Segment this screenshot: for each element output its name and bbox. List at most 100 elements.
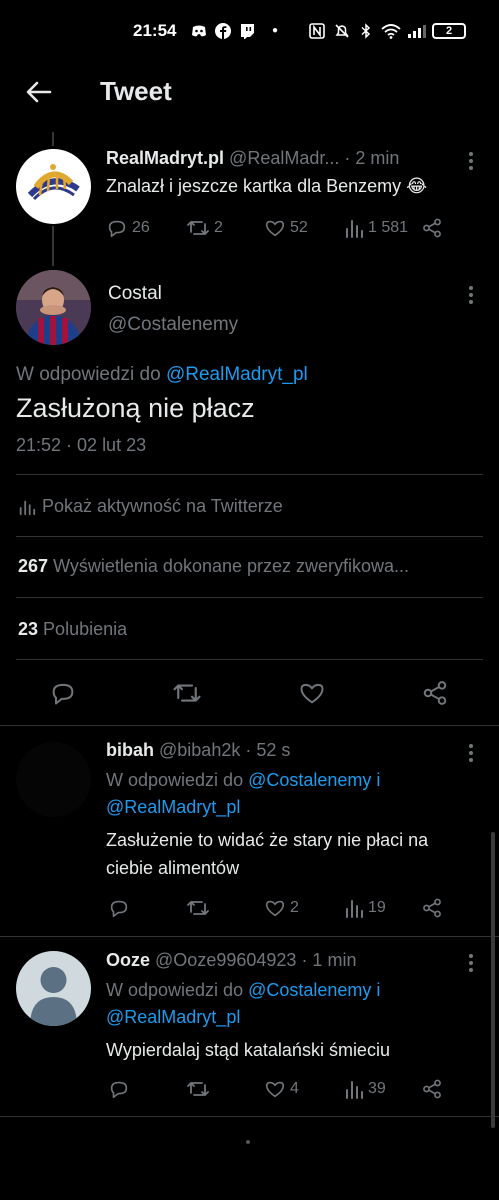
back-arrow-icon[interactable] — [24, 77, 54, 107]
heart-icon — [300, 683, 324, 704]
reply-action[interactable] — [108, 897, 130, 919]
like-count: 52 — [290, 219, 308, 236]
share-action[interactable] — [421, 217, 443, 239]
reply-context: W odpowiedzi do @RealMadryt_pl — [16, 364, 308, 386]
costal-profile-photo — [16, 270, 91, 345]
reply-author-handle[interactable]: @Ooze99604923 — [155, 950, 296, 970]
share-action[interactable] — [421, 1078, 443, 1100]
views-count: 19 — [368, 899, 386, 916]
retweet-action[interactable] — [186, 1078, 210, 1100]
views-action[interactable]: 39 — [344, 1078, 386, 1100]
discord-icon — [190, 22, 208, 40]
divider — [16, 536, 483, 537]
reply-action[interactable]: 26 — [106, 217, 150, 239]
section-divider — [0, 936, 499, 937]
likes-stat[interactable]: 23 Polubienia — [18, 619, 127, 640]
views-bar-chart-icon — [346, 220, 363, 238]
likes-stat-count: 23 — [18, 619, 39, 639]
main-share-button[interactable] — [421, 679, 449, 707]
views-bar-chart-icon — [346, 1081, 363, 1099]
mute-icon — [333, 22, 351, 40]
more-options-icon[interactable] — [469, 152, 475, 173]
author-name[interactable]: RealMadryt.pl — [106, 148, 224, 168]
reply-author-name[interactable]: bibah — [106, 740, 154, 760]
reply-header: bibah @bibah2k · 52 s — [106, 740, 290, 761]
activity-bar-chart-icon — [19, 500, 36, 515]
main-author-handle[interactable]: @Costalenemy — [108, 314, 238, 336]
main-tweet-text: Zasłużoną nie płacz — [16, 393, 255, 423]
reply-to-link[interactable]: @RealMadryt_pl — [106, 1007, 240, 1028]
views-stat-count: 267 — [18, 556, 49, 576]
share-icon — [423, 681, 447, 705]
verified-views-stat[interactable]: 267 Wyświetlenia dokonane przez zweryfik… — [18, 556, 409, 577]
reply-count: 26 — [132, 219, 150, 236]
signal-icon — [406, 22, 428, 40]
reply-icon — [108, 220, 126, 238]
reply-prefix: W odpowiedzi do — [106, 980, 244, 1000]
default-profile-icon — [30, 967, 77, 1026]
status-bar: 21:54 ● 2 — [0, 0, 499, 62]
like-action[interactable]: 52 — [264, 217, 308, 239]
reply-to-link[interactable]: @Costalenemy i — [248, 770, 380, 790]
heart-icon — [265, 220, 285, 237]
reply-icon — [110, 900, 128, 918]
reply-icon — [52, 683, 74, 705]
main-more-options-icon[interactable] — [469, 286, 475, 307]
tweet-timestamp[interactable]: 21:52 · 02 lut 23 — [16, 435, 146, 456]
retweet-icon — [187, 1082, 209, 1096]
views-count: 39 — [368, 1080, 386, 1097]
nfc-icon — [308, 22, 326, 40]
share-action[interactable] — [421, 897, 443, 919]
reply-more-options-icon[interactable] — [469, 954, 475, 975]
reply-to-link[interactable]: @RealMadryt_pl — [166, 364, 308, 385]
reply-time: · 1 min — [301, 950, 357, 970]
like-action[interactable]: 4 — [264, 1078, 299, 1100]
share-icon — [423, 1079, 441, 1099]
retweet-icon — [187, 221, 209, 235]
bibah-avatar[interactable] — [16, 742, 91, 817]
main-retweet-button[interactable] — [172, 679, 202, 707]
retweet-icon — [173, 684, 201, 702]
parent-tweet-text: Znalazł i jeszcze kartka dla Benzemy 😂 — [106, 176, 428, 196]
reply-author-handle[interactable]: @bibah2k — [159, 740, 240, 760]
reply-to-link[interactable]: @RealMadryt_pl — [106, 797, 240, 818]
clock: 21:54 — [133, 21, 177, 40]
costal-avatar[interactable] — [16, 270, 91, 345]
reply-context: W odpowiedzi do @Costalenemy i — [106, 980, 380, 1001]
like-action[interactable]: 2 — [264, 897, 299, 919]
reply-action[interactable] — [108, 1078, 130, 1100]
views-action[interactable]: 19 — [344, 897, 386, 919]
author-handle[interactable]: @RealMadr... — [229, 148, 339, 168]
bluetooth-icon — [357, 22, 375, 40]
reply-to-link[interactable]: @Costalenemy i — [248, 980, 380, 1000]
reply-author-name[interactable]: Ooze — [106, 950, 150, 970]
heart-icon — [265, 1081, 285, 1098]
parent-tweet-header: RealMadryt.pl @RealMadr... · 2 min — [106, 148, 399, 169]
reply-icon — [110, 1081, 128, 1099]
views-action[interactable]: 1 581 — [344, 217, 408, 239]
reply-more-options-icon[interactable] — [469, 744, 475, 765]
divider — [16, 474, 483, 475]
reply-text-line: Wypierdalaj stąd katalański śmieciu — [106, 1040, 390, 1060]
realmadryt-avatar[interactable] — [16, 149, 91, 224]
reply-time: · 52 s — [245, 740, 291, 760]
like-count: 2 — [290, 899, 299, 916]
main-author-name[interactable]: Costal — [108, 283, 162, 305]
main-reply-button[interactable] — [49, 679, 77, 707]
view-activity-link[interactable]: Pokaż aktywność na Twitterze — [18, 496, 283, 517]
page-title: Tweet — [100, 76, 172, 106]
loading-indicator — [246, 1140, 250, 1144]
ooze-avatar[interactable] — [16, 951, 91, 1026]
main-like-button[interactable] — [298, 679, 326, 707]
scrollbar[interactable] — [491, 832, 495, 1128]
reply-prefix: W odpowiedzi do — [16, 364, 161, 385]
section-divider — [0, 725, 499, 726]
like-count: 4 — [290, 1080, 299, 1097]
views-bar-chart-icon — [346, 900, 363, 918]
retweet-action[interactable] — [186, 897, 210, 919]
reply-header: Ooze @Ooze99604923 · 1 min — [106, 950, 356, 971]
wifi-icon — [380, 22, 402, 40]
retweet-icon — [187, 901, 209, 915]
notification-dot-icon: ● — [271, 25, 279, 36]
retweet-action[interactable]: 2 — [186, 217, 223, 239]
